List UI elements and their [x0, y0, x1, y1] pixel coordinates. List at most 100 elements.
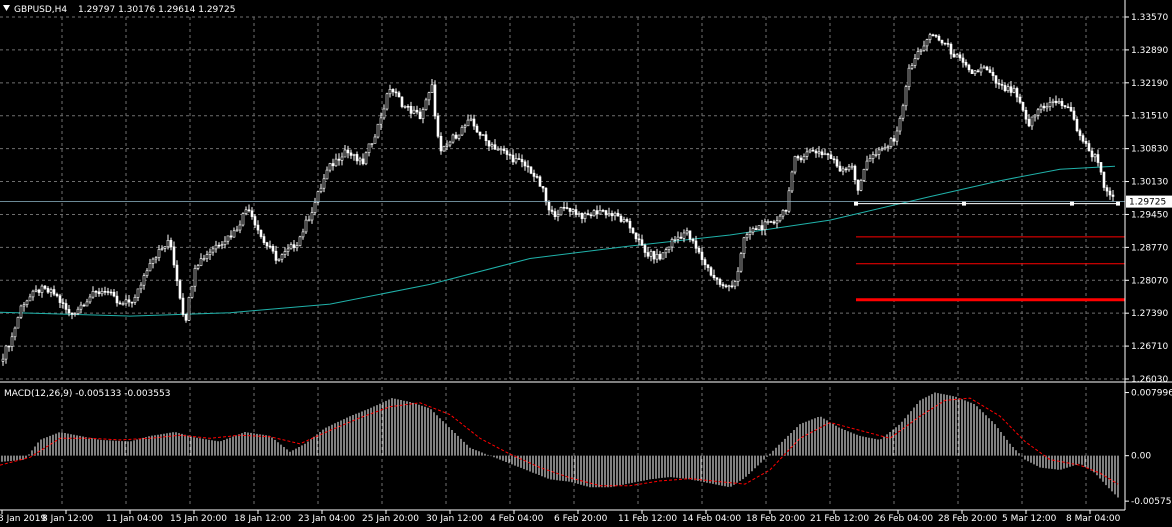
candle-body — [610, 213, 614, 217]
candle-body — [133, 296, 137, 303]
candle-body — [541, 186, 545, 189]
candle-body — [676, 236, 680, 240]
candle-body — [616, 212, 620, 217]
candle-body — [298, 236, 302, 246]
candle-body — [607, 213, 611, 216]
candle-body — [715, 277, 719, 280]
time-axis-label: 4 Feb 04:00 — [490, 514, 544, 524]
candle-body — [91, 290, 95, 298]
candle-body — [148, 263, 152, 272]
price-axis-label: 1.31510 — [1131, 112, 1168, 122]
line-handle[interactable] — [962, 201, 966, 206]
candle-body — [76, 308, 80, 314]
candle-body — [820, 151, 824, 156]
candle-body — [460, 127, 464, 136]
candle-body — [1099, 162, 1103, 173]
candle-body — [880, 148, 884, 151]
candle-body — [754, 228, 758, 231]
candle-body — [493, 144, 497, 150]
candle-body — [658, 254, 662, 260]
candle-body — [991, 72, 995, 76]
candle-body — [955, 54, 959, 58]
candle-body — [646, 252, 650, 257]
candle-body — [469, 118, 473, 121]
candle-body — [598, 210, 602, 215]
candle-body — [43, 285, 47, 289]
candle-body — [1015, 88, 1019, 98]
candle-body — [709, 267, 713, 276]
candle-body — [748, 231, 752, 235]
candle-body — [85, 301, 89, 307]
candle-body — [733, 281, 737, 287]
candle-body — [778, 215, 782, 222]
candle-body — [181, 297, 185, 315]
candle-body — [781, 210, 785, 217]
candle-body — [934, 34, 938, 37]
candle-body — [394, 91, 398, 94]
candle-body — [898, 118, 902, 132]
candle-body — [160, 248, 164, 250]
time-axis-label: 5 Mar 12:00 — [1002, 514, 1057, 524]
candle-body — [1036, 109, 1040, 116]
candle-body — [529, 166, 533, 174]
candle-body — [445, 144, 449, 147]
candle-body — [883, 147, 887, 150]
candle-body — [178, 280, 182, 299]
candle-body — [931, 34, 935, 37]
candle-body — [256, 224, 260, 231]
candle-body — [511, 154, 515, 163]
candle-body — [613, 212, 617, 217]
candle-body — [832, 158, 836, 161]
candle-body — [961, 57, 965, 63]
candle-body — [1108, 190, 1112, 196]
candle-body — [562, 207, 566, 209]
candle-body — [760, 225, 764, 230]
candle-body — [751, 228, 755, 233]
candle-body — [718, 279, 722, 285]
candle-body — [22, 304, 26, 307]
candle-body — [928, 34, 932, 41]
price-axis-label: 1.30830 — [1131, 145, 1168, 155]
candle-body — [571, 209, 575, 212]
candle-body — [568, 208, 572, 212]
candle-body — [1090, 150, 1094, 158]
line-handle[interactable] — [1070, 201, 1074, 206]
candle-body — [844, 168, 848, 171]
candle-body — [88, 296, 92, 303]
candle-body — [124, 299, 128, 305]
candle-body — [397, 92, 401, 98]
price-axis-label: 1.29450 — [1131, 210, 1168, 220]
candle-body — [274, 250, 278, 261]
candle-body — [211, 248, 215, 253]
candle-body — [196, 265, 200, 269]
line-handle[interactable] — [1116, 201, 1120, 206]
candle-body — [1048, 102, 1052, 107]
candle-body — [637, 238, 641, 241]
candle-body — [238, 224, 242, 231]
candle-body — [55, 293, 59, 297]
candle-body — [142, 275, 146, 286]
candle-body — [406, 106, 410, 108]
candle-body — [592, 210, 596, 217]
trading-chart[interactable]: 1.33570 1.32890 1.32190 1.31510 1.30830 1.301… — [0, 0, 1172, 527]
candle-body — [31, 290, 35, 298]
candle-body — [982, 66, 986, 69]
candle-body — [802, 156, 806, 161]
candle-body — [376, 123, 380, 138]
candle-body — [121, 303, 125, 306]
candle-body — [349, 152, 353, 156]
candle-body — [874, 154, 878, 156]
candle-body — [937, 35, 941, 41]
candle-body — [466, 119, 470, 127]
candle-body — [352, 154, 356, 156]
candle-body — [109, 291, 113, 294]
candle-body — [628, 221, 632, 229]
candle-body — [580, 213, 584, 219]
candle-body — [487, 140, 491, 147]
line-handle[interactable] — [854, 201, 858, 206]
candle-body — [37, 289, 41, 293]
candle-body — [289, 244, 293, 250]
candle-body — [865, 160, 869, 170]
candle-body — [532, 172, 536, 177]
candle-body — [811, 149, 815, 152]
